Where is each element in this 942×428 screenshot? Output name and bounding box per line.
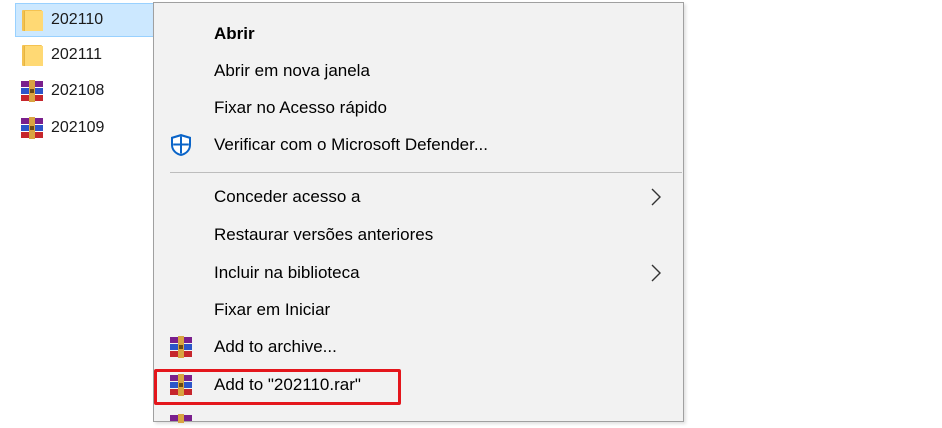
file-item-202111[interactable]: 202111	[16, 37, 160, 73]
file-name: 202109	[51, 119, 105, 136]
defender-shield-icon	[169, 133, 193, 157]
file-name: 202110	[51, 11, 104, 28]
winrar-archive-icon	[20, 117, 44, 139]
file-name: 202111	[51, 46, 103, 63]
menu-item-label: Restaurar versões anteriores	[214, 225, 434, 244]
menu-item-label: Abrir	[214, 24, 255, 43]
menu-item-fixar-iniciar[interactable]: Fixar em Iniciar	[154, 291, 683, 328]
file-item-202109[interactable]: 202109	[16, 110, 160, 146]
chevron-right-icon	[649, 188, 663, 206]
menu-item-label: Verificar com o Microsoft Defender...	[214, 135, 488, 154]
menu-item-label: Fixar no Acesso rápido	[214, 98, 387, 117]
menu-item-abrir[interactable]: Abrir	[154, 15, 683, 52]
menu-item-verificar-defender[interactable]: Verificar com o Microsoft Defender...	[154, 126, 683, 163]
menu-item-label: Add to archive...	[214, 337, 337, 356]
menu-item-restaurar-versoes[interactable]: Restaurar versões anteriores	[154, 216, 683, 253]
winrar-icon	[169, 335, 193, 359]
menu-item-fixar-acesso-rapido[interactable]: Fixar no Acesso rápido	[154, 89, 683, 126]
file-item-202110[interactable]: 202110	[15, 3, 159, 37]
winrar-icon	[169, 410, 193, 423]
menu-separator	[170, 172, 682, 173]
file-name: 202108	[51, 82, 105, 99]
file-item-202108[interactable]: 202108	[16, 73, 160, 109]
menu-item-label: Conceder acesso a	[214, 187, 361, 206]
chevron-right-icon	[649, 264, 663, 282]
menu-item-add-to-rar[interactable]: Add to "202110.rar"	[154, 366, 683, 403]
context-menu: Abrir Abrir em nova janela Fixar no Aces…	[153, 2, 684, 423]
menu-item-abrir-nova-janela[interactable]: Abrir em nova janela	[154, 52, 683, 89]
winrar-archive-icon	[20, 80, 44, 102]
menu-item-conceder-acesso[interactable]: Conceder acesso a	[154, 178, 683, 215]
folder-icon	[20, 9, 44, 31]
menu-item-label: Add to "202110.rar"	[214, 375, 361, 394]
folder-icon	[20, 44, 44, 66]
menu-item-label: Fixar em Iniciar	[214, 300, 331, 319]
winrar-icon	[169, 373, 193, 397]
menu-item-label: Abrir em nova janela	[214, 61, 370, 80]
explorer-file-list: 202110 202111 202108 202109	[0, 0, 160, 415]
menu-item-label: Incluir na biblioteca	[214, 263, 360, 282]
menu-item-incluir-biblioteca[interactable]: Incluir na biblioteca	[154, 254, 683, 291]
menu-item-add-to-archive[interactable]: Add to archive...	[154, 328, 683, 365]
